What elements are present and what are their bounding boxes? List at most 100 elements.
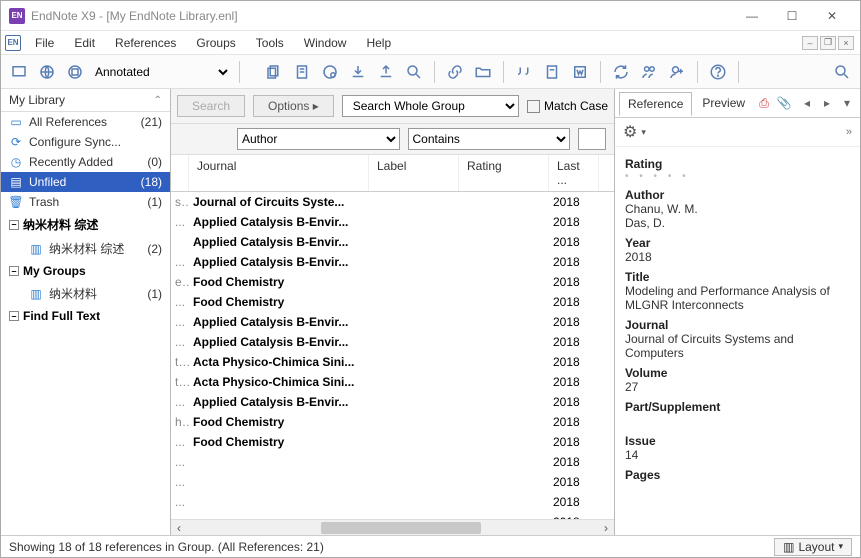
layout-button[interactable]: ▥ Layout ▾ bbox=[774, 538, 852, 556]
open-file-icon[interactable] bbox=[471, 60, 495, 84]
copy-icon[interactable] bbox=[262, 60, 286, 84]
table-row[interactable]: ...2018 bbox=[171, 512, 614, 519]
format-bibliography-icon[interactable] bbox=[540, 60, 564, 84]
menu-edit[interactable]: Edit bbox=[64, 32, 105, 54]
attachment-icon[interactable]: 📎 bbox=[775, 94, 793, 112]
sidebar-item-recent[interactable]: ◷Recently Added(0) bbox=[1, 152, 170, 172]
local-library-icon[interactable] bbox=[7, 60, 31, 84]
online-search-icon[interactable] bbox=[35, 60, 59, 84]
maximize-button[interactable]: ☐ bbox=[772, 2, 812, 30]
menu-references[interactable]: References bbox=[105, 32, 186, 54]
menu-window[interactable]: Window bbox=[294, 32, 357, 54]
sidebar-group[interactable]: –纳米材料 综述 bbox=[1, 212, 170, 237]
author-value-2[interactable]: Das, D. bbox=[625, 216, 850, 230]
sidebar-group-child[interactable]: ▥纳米材料 综述(2) bbox=[1, 237, 170, 260]
menu-tools[interactable]: Tools bbox=[246, 32, 294, 54]
scroll-right-icon[interactable]: › bbox=[598, 520, 614, 536]
table-row[interactable]: ...2018 bbox=[171, 492, 614, 512]
table-row[interactable]: s...Journal of Circuits Syste...2018 bbox=[171, 192, 614, 212]
author-value-1[interactable]: Chanu, W. M. bbox=[625, 202, 850, 216]
panel-menu-icon[interactable]: ▾ bbox=[838, 94, 856, 112]
import-icon[interactable] bbox=[346, 60, 370, 84]
table-row[interactable]: ...Applied Catalysis B-Envir...2018 bbox=[171, 332, 614, 352]
table-row[interactable]: ...2018 bbox=[171, 472, 614, 492]
rating-value[interactable]: • • • • • bbox=[625, 171, 850, 182]
sidebar-title: My Library ⌃ bbox=[1, 89, 170, 112]
sync-icon[interactable] bbox=[609, 60, 633, 84]
open-link-icon[interactable] bbox=[443, 60, 467, 84]
tab-preview[interactable]: Preview bbox=[694, 92, 753, 114]
go-to-word-icon[interactable] bbox=[568, 60, 592, 84]
new-reference-icon[interactable] bbox=[290, 60, 314, 84]
volume-value[interactable]: 27 bbox=[625, 380, 850, 394]
integrated-mode-icon[interactable] bbox=[63, 60, 87, 84]
table-row[interactable]: t...Acta Physico-Chimica Sini...2018 bbox=[171, 372, 614, 392]
issue-value[interactable]: 14 bbox=[625, 448, 850, 462]
tab-reference[interactable]: Reference bbox=[619, 92, 692, 116]
table-row[interactable]: e...Food Chemistry2018 bbox=[171, 272, 614, 292]
expand-icon[interactable]: » bbox=[846, 126, 852, 138]
title-value[interactable]: Modeling and Performance Analysis of MLG… bbox=[625, 284, 850, 312]
table-row[interactable]: Applied Catalysis B-Envir...2018 bbox=[171, 232, 614, 252]
collapse-icon[interactable]: ⌃ bbox=[154, 95, 162, 106]
find-full-text-icon[interactable] bbox=[402, 60, 426, 84]
search-scope-select[interactable]: Search Whole Group bbox=[342, 95, 519, 117]
table-row[interactable]: ...Food Chemistry2018 bbox=[171, 432, 614, 452]
output-style-select[interactable]: Annotated bbox=[91, 61, 231, 83]
quick-search-icon[interactable] bbox=[830, 60, 854, 84]
operator-select[interactable]: Contains bbox=[408, 128, 571, 150]
search-button[interactable]: Search bbox=[177, 95, 245, 117]
search-value-input[interactable] bbox=[578, 128, 606, 150]
horizontal-scrollbar[interactable]: ‹ › bbox=[171, 519, 614, 535]
online-search-db-icon[interactable] bbox=[318, 60, 342, 84]
table-row[interactable]: ...Applied Catalysis B-Envir...2018 bbox=[171, 392, 614, 412]
table-row[interactable]: ...Applied Catalysis B-Envir...2018 bbox=[171, 252, 614, 272]
sidebar-group[interactable]: –Find Full Text bbox=[1, 305, 170, 327]
table-row[interactable]: t...Acta Physico-Chimica Sini...2018 bbox=[171, 352, 614, 372]
gear-icon[interactable]: ⚙ bbox=[623, 122, 637, 142]
gear-dropdown-icon[interactable]: ▾ bbox=[641, 127, 646, 138]
mdi-close-icon[interactable]: × bbox=[838, 36, 854, 50]
sidebar-item-trash[interactable]: 🗑Trash(1) bbox=[1, 192, 170, 212]
year-value[interactable]: 2018 bbox=[625, 250, 850, 264]
endnote-online-icon[interactable] bbox=[665, 60, 689, 84]
insert-citation-icon[interactable] bbox=[512, 60, 536, 84]
table-header[interactable]: Journal Label Rating Last ... bbox=[171, 155, 614, 192]
match-case-checkbox[interactable]: Match Case bbox=[527, 99, 608, 113]
expand-icon[interactable]: – bbox=[9, 220, 19, 230]
scroll-thumb[interactable] bbox=[321, 522, 481, 534]
table-row[interactable]: ...Applied Catalysis B-Envir...2018 bbox=[171, 212, 614, 232]
menu-groups[interactable]: Groups bbox=[186, 32, 245, 54]
table-row[interactable]: ...2018 bbox=[171, 452, 614, 472]
expand-icon[interactable]: – bbox=[9, 266, 19, 276]
table-row[interactable]: h...Food Chemistry2018 bbox=[171, 412, 614, 432]
author-label: Author bbox=[625, 188, 850, 202]
scroll-left-icon[interactable]: ‹ bbox=[171, 520, 187, 536]
mdi-minimize-icon[interactable]: – bbox=[802, 36, 818, 50]
sidebar-group[interactable]: –My Groups bbox=[1, 260, 170, 282]
sidebar-item-sync[interactable]: ⟳Configure Sync... bbox=[1, 132, 170, 152]
reference-panel: Reference Preview ⎙ 📎 ◂ ▸ ▾ ⚙▾ » Rating … bbox=[615, 89, 860, 535]
pdf-icon[interactable]: ⎙ bbox=[755, 94, 773, 112]
part-value[interactable] bbox=[625, 414, 850, 428]
references-table[interactable]: Journal Label Rating Last ... s...Journa… bbox=[171, 155, 614, 519]
next-icon[interactable]: ▸ bbox=[818, 94, 836, 112]
menu-file[interactable]: File bbox=[25, 32, 64, 54]
help-icon[interactable] bbox=[706, 60, 730, 84]
share-icon[interactable] bbox=[637, 60, 661, 84]
expand-icon[interactable]: – bbox=[9, 311, 19, 321]
export-icon[interactable] bbox=[374, 60, 398, 84]
close-button[interactable]: ✕ bbox=[812, 2, 852, 30]
sidebar-item-all[interactable]: ▭All References(21) bbox=[1, 112, 170, 132]
table-row[interactable]: ...Food Chemistry2018 bbox=[171, 292, 614, 312]
minimize-button[interactable]: — bbox=[732, 2, 772, 30]
menu-help[interactable]: Help bbox=[356, 32, 401, 54]
mdi-restore-icon[interactable]: ❐ bbox=[820, 36, 836, 50]
sidebar-item-unfiled[interactable]: ▤Unfiled(18) bbox=[1, 172, 170, 192]
options-button[interactable]: Options ▸ bbox=[253, 95, 334, 117]
sidebar-group-child[interactable]: ▥纳米材料(1) bbox=[1, 282, 170, 305]
field-select[interactable]: Author bbox=[237, 128, 400, 150]
table-row[interactable]: ...Applied Catalysis B-Envir...2018 bbox=[171, 312, 614, 332]
prev-icon[interactable]: ◂ bbox=[798, 94, 816, 112]
journal-value[interactable]: Journal of Circuits Systems and Computer… bbox=[625, 332, 850, 360]
